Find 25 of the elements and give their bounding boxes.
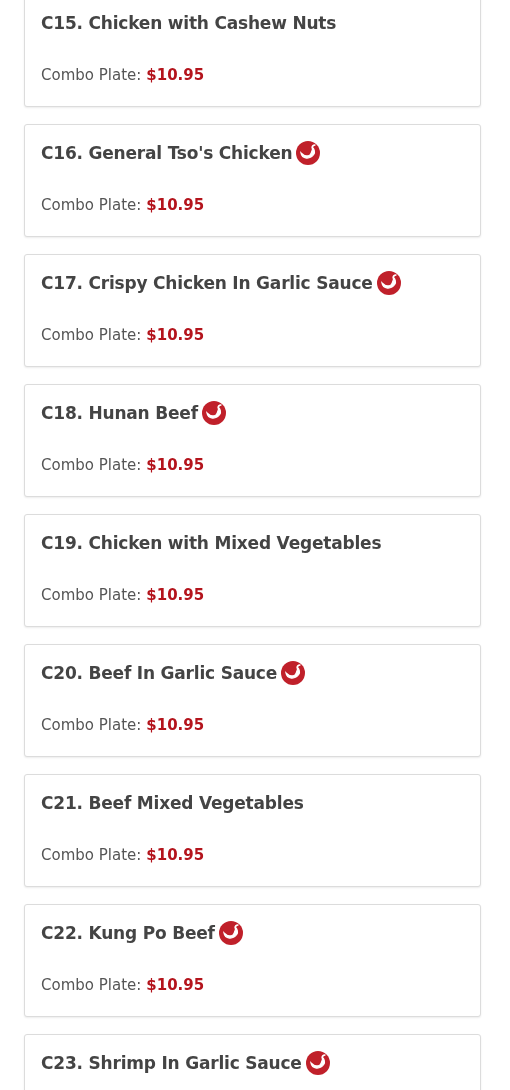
dish-name: C23. Shrimp In Garlic Sauce: [41, 1053, 302, 1073]
price: $10.95: [146, 846, 205, 864]
price-label: Combo Plate:: [41, 326, 142, 344]
dish-name: C22. Kung Po Beef: [41, 923, 215, 943]
price-label: Combo Plate:: [41, 586, 142, 604]
price-label: Combo Plate:: [41, 196, 142, 214]
price: $10.95: [146, 586, 205, 604]
dish-name: C18. Hunan Beef: [41, 403, 198, 423]
price-label: Combo Plate:: [41, 456, 142, 474]
price-label: Combo Plate:: [41, 846, 142, 864]
price-label: Combo Plate:: [41, 66, 142, 84]
price-label: Combo Plate:: [41, 716, 142, 734]
price: $10.95: [146, 976, 205, 994]
dish-name: C15. Chicken with Cashew Nuts: [41, 13, 337, 33]
price: $10.95: [146, 196, 205, 214]
dish-name: C16. General Tso's Chicken: [41, 143, 293, 163]
price: $10.95: [146, 716, 205, 734]
price-label: Combo Plate:: [41, 976, 142, 994]
price: $10.95: [146, 326, 205, 344]
price: $10.95: [146, 456, 205, 474]
dish-name: C21. Beef Mixed Vegetables: [41, 793, 304, 813]
dish-name: C20. Beef In Garlic Sauce: [41, 663, 278, 683]
price: $10.95: [146, 66, 205, 84]
dish-name: C17. Crispy Chicken In Garlic Sauce: [41, 273, 373, 293]
dish-name: C19. Chicken with Mixed Vegetables: [41, 533, 382, 553]
